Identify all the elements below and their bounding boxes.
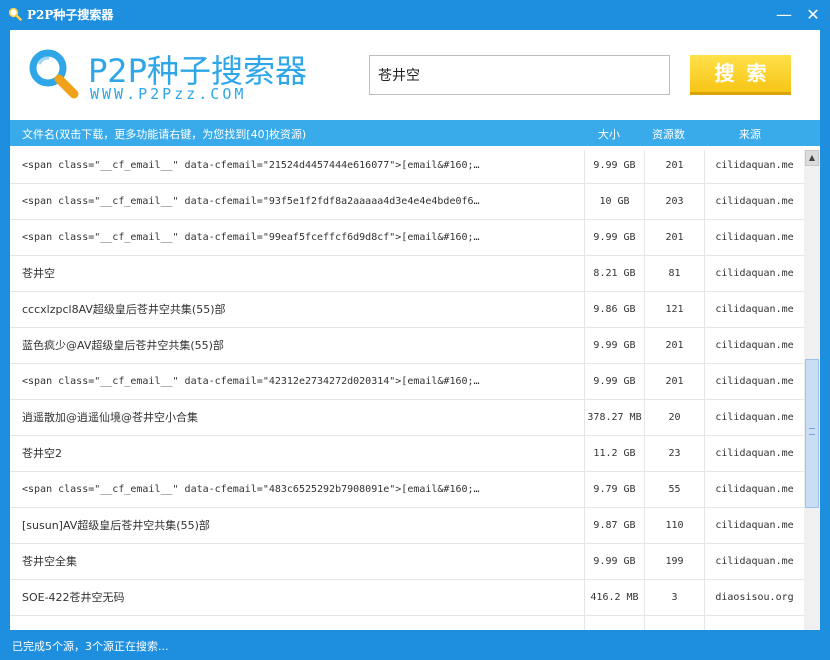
result-name: [susun]AV超级皇后苍井空共集(55)部 xyxy=(22,519,210,532)
result-size: 10 GB xyxy=(584,184,644,220)
vertical-scrollbar[interactable]: ▲ xyxy=(804,150,820,630)
table-row[interactable] xyxy=(10,616,804,630)
result-sources: 203 xyxy=(644,184,704,220)
result-size: 9.99 GB xyxy=(584,328,644,364)
result-size: 378.27 MB xyxy=(584,400,644,436)
result-sources: 81 xyxy=(644,256,704,292)
result-size: 9.99 GB xyxy=(584,544,644,580)
table-row[interactable]: cccxlzpcl8AV超级皇后苍井空共集(55)部 9.86 GB 121 c… xyxy=(10,292,804,328)
status-text: 已完成5个源，3个源正在搜索... xyxy=(12,640,169,653)
result-origin: cilidaquan.me xyxy=(704,472,804,508)
table-row[interactable]: 苍井空全集 9.99 GB 199 cilidaquan.me xyxy=(10,544,804,580)
result-origin: cilidaquan.me xyxy=(704,220,804,256)
search-button[interactable]: 搜索 xyxy=(690,55,791,95)
result-name: 苍井空2 xyxy=(22,447,62,460)
result-size: 9.99 GB xyxy=(584,364,644,400)
result-origin: cilidaquan.me xyxy=(704,150,804,184)
result-origin: cilidaquan.me xyxy=(704,400,804,436)
table-row[interactable]: <span class="__cf_email__" data-cfemail=… xyxy=(10,184,804,220)
table-row[interactable]: <span class="__cf_email__" data-cfemail=… xyxy=(10,150,804,184)
result-name: <span class="__cf_email__" data-cfemail=… xyxy=(22,196,480,207)
result-sources: 201 xyxy=(644,328,704,364)
result-name: SOE-422苍井空无码 xyxy=(22,591,125,604)
result-sources: 201 xyxy=(644,364,704,400)
window-title: P2P种子搜索器 xyxy=(27,8,114,22)
status-bar: 已完成5个源，3个源正在搜索... xyxy=(0,630,830,660)
result-name: <span class="__cf_email__" data-cfemail=… xyxy=(22,376,480,387)
table-row[interactable]: [susun]AV超级皇后苍井空共集(55)部 9.87 GB 110 cili… xyxy=(10,508,804,544)
table-row[interactable]: SOE-422苍井空无码 416.2 MB 3 diaosisou.org xyxy=(10,580,804,616)
result-origin xyxy=(704,616,804,630)
search-input[interactable] xyxy=(369,55,670,95)
result-origin: cilidaquan.me xyxy=(704,328,804,364)
result-origin: diaosisou.org xyxy=(704,580,804,616)
result-size: 9.79 GB xyxy=(584,472,644,508)
result-sources: 201 xyxy=(644,220,704,256)
result-sources: 110 xyxy=(644,508,704,544)
result-size: 9.99 GB xyxy=(584,220,644,256)
title-bar[interactable]: P2P种子搜索器 — ✕ xyxy=(0,0,830,30)
magnifier-icon xyxy=(8,7,22,21)
app-window: P2P种子搜索器 — ✕ P2P种子搜索器 WWW.P2Pzz.COM 搜索 文… xyxy=(0,0,830,660)
result-size: 8.21 GB xyxy=(584,256,644,292)
logo-subtitle: WWW.P2Pzz.COM xyxy=(90,85,247,103)
table-row[interactable]: 蓝色疯少@AV超级皇后苍井空共集(55)部 9.99 GB 201 cilida… xyxy=(10,328,804,364)
result-size xyxy=(584,616,644,630)
result-sources: 55 xyxy=(644,472,704,508)
result-name: 苍井空全集 xyxy=(22,555,77,568)
table-row[interactable]: 苍井空2 11.2 GB 23 cilidaquan.me xyxy=(10,436,804,472)
scroll-thumb[interactable] xyxy=(805,359,819,508)
result-name: <span class="__cf_email__" data-cfemail=… xyxy=(22,160,480,171)
results-header: 文件名(双击下载，更多功能请右键，为您找到[40]枚资源) 大小 资源数 来源 xyxy=(10,120,820,146)
column-header-size[interactable]: 大小 xyxy=(598,126,620,142)
result-sources: 121 xyxy=(644,292,704,328)
result-origin: cilidaquan.me xyxy=(704,364,804,400)
grip-icon xyxy=(809,428,815,435)
main-panel: P2P种子搜索器 WWW.P2Pzz.COM 搜索 文件名(双击下载，更多功能请… xyxy=(10,30,820,630)
column-header-name[interactable]: 文件名(双击下载，更多功能请右键，为您找到[40]枚资源) xyxy=(22,126,306,142)
result-sources: 23 xyxy=(644,436,704,472)
result-name: <span class="__cf_email__" data-cfemail=… xyxy=(22,484,480,495)
result-origin: cilidaquan.me xyxy=(704,544,804,580)
result-origin: cilidaquan.me xyxy=(704,256,804,292)
result-name: <span class="__cf_email__" data-cfemail=… xyxy=(22,232,480,243)
table-row[interactable]: <span class="__cf_email__" data-cfemail=… xyxy=(10,472,804,508)
result-origin: cilidaquan.me xyxy=(704,508,804,544)
close-button[interactable]: ✕ xyxy=(803,5,823,25)
result-sources: 3 xyxy=(644,580,704,616)
scroll-up-arrow-icon[interactable]: ▲ xyxy=(805,150,819,166)
result-size: 9.86 GB xyxy=(584,292,644,328)
results-table: <span class="__cf_email__" data-cfemail=… xyxy=(10,150,804,630)
minimize-button[interactable]: — xyxy=(774,5,794,25)
result-size: 9.99 GB xyxy=(584,150,644,184)
column-header-origin[interactable]: 来源 xyxy=(739,126,761,142)
result-sources: 199 xyxy=(644,544,704,580)
table-row[interactable]: <span class="__cf_email__" data-cfemail=… xyxy=(10,364,804,400)
result-sources xyxy=(644,616,704,630)
search-header: P2P种子搜索器 WWW.P2Pzz.COM 搜索 xyxy=(10,30,820,120)
result-size: 11.2 GB xyxy=(584,436,644,472)
result-size: 9.87 GB xyxy=(584,508,644,544)
column-header-sources[interactable]: 资源数 xyxy=(652,126,685,142)
result-origin: cilidaquan.me xyxy=(704,184,804,220)
result-origin: cilidaquan.me xyxy=(704,436,804,472)
table-row[interactable]: 苍井空 8.21 GB 81 cilidaquan.me xyxy=(10,256,804,292)
result-size: 416.2 MB xyxy=(584,580,644,616)
result-name: 苍井空 xyxy=(22,267,55,280)
result-name: 逍遥散加@逍遥仙境@苍井空小合集 xyxy=(22,411,198,424)
result-name: cccxlzpcl8AV超级皇后苍井空共集(55)部 xyxy=(22,303,226,316)
result-sources: 20 xyxy=(644,400,704,436)
result-name: 蓝色疯少@AV超级皇后苍井空共集(55)部 xyxy=(22,339,224,352)
logo-magnifier-icon xyxy=(29,49,79,99)
table-row[interactable]: <span class="__cf_email__" data-cfemail=… xyxy=(10,220,804,256)
table-row[interactable]: 逍遥散加@逍遥仙境@苍井空小合集 378.27 MB 20 cilidaquan… xyxy=(10,400,804,436)
result-sources: 201 xyxy=(644,150,704,184)
result-name xyxy=(22,616,582,630)
result-origin: cilidaquan.me xyxy=(704,292,804,328)
